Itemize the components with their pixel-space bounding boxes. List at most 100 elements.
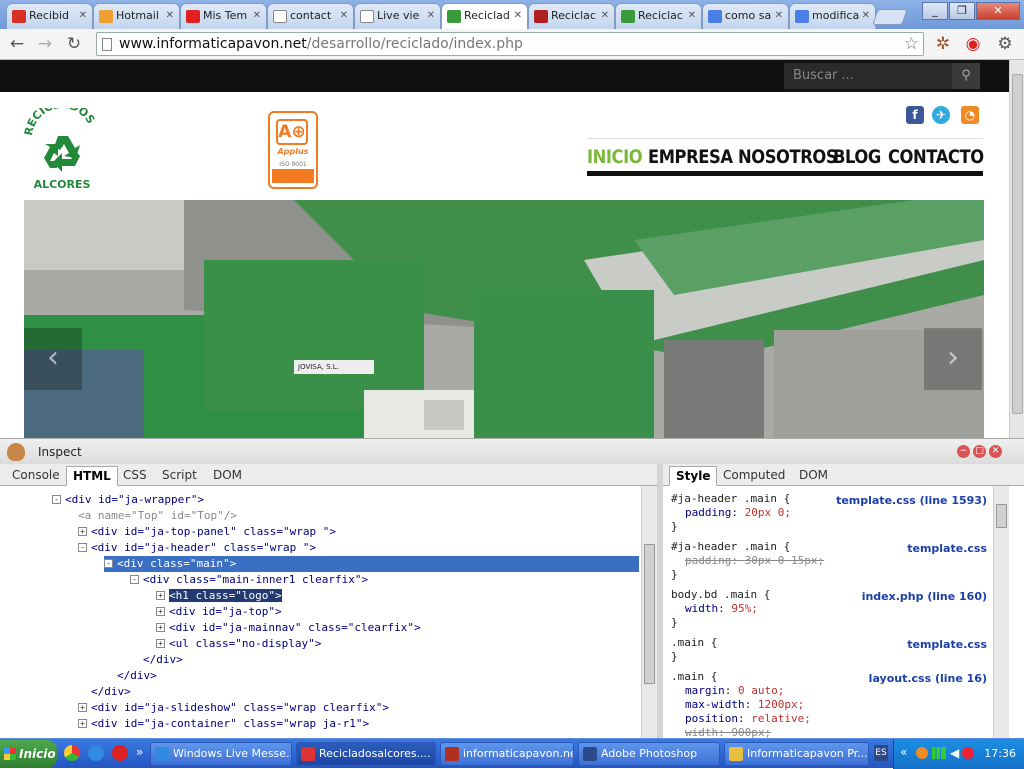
ie-quicklaunch-icon[interactable] xyxy=(88,745,104,761)
volume-icon[interactable]: ◀ xyxy=(950,746,959,760)
tab-style[interactable]: Style xyxy=(669,466,718,486)
maximize-button[interactable]: ❐ xyxy=(949,2,975,20)
html-tree-node[interactable]: + <div id="ja-mainnav" class="clearfix"> xyxy=(156,620,421,636)
collapse-icon[interactable]: - xyxy=(52,495,61,504)
css-source-link[interactable]: template.css (line 1593) xyxy=(836,494,987,507)
browser-tab[interactable]: Reciclad ✕ xyxy=(441,3,528,30)
html-tree-node[interactable]: - <div id="ja-wrapper"> xyxy=(52,492,204,508)
browser-tab[interactable]: Recibid ✕ xyxy=(6,3,93,29)
tab-dom[interactable]: DOM xyxy=(207,466,248,486)
html-panel-scrollbar[interactable] xyxy=(641,486,657,738)
css-rule-selector[interactable]: .main { xyxy=(671,636,717,650)
search-input[interactable]: Buscar ... xyxy=(784,63,952,89)
nav-item-blog[interactable]: BLOG xyxy=(833,146,881,168)
html-tree-node[interactable]: + <div id="ja-top-panel" class="wrap "> xyxy=(78,524,336,540)
html-tree-node[interactable]: - <div class="main-inner1 clearfix"> xyxy=(130,572,368,588)
opera-quicklaunch-icon[interactable] xyxy=(112,745,128,761)
firebug-icon[interactable]: ✲ xyxy=(932,33,954,55)
tab-html[interactable]: HTML xyxy=(66,466,118,486)
html-tree-node[interactable]: </div> xyxy=(143,652,183,668)
html-tree-node[interactable]: </div> xyxy=(91,684,131,700)
tab-script[interactable]: Script xyxy=(156,466,203,486)
browser-tab[interactable]: contact ✕ xyxy=(267,3,354,29)
browser-tab[interactable]: modifica ✕ xyxy=(789,3,876,29)
close-tab-icon[interactable]: ✕ xyxy=(340,10,348,21)
tab-side-dom[interactable]: DOM xyxy=(793,466,834,486)
close-window-button[interactable]: ✕ xyxy=(976,2,1020,20)
html-tree-node[interactable]: + <div id="ja-slideshow" class="wrap clea… xyxy=(78,700,389,716)
rss-icon[interactable]: ◔ xyxy=(961,106,979,124)
close-tab-icon[interactable]: ✕ xyxy=(79,10,87,21)
minimize-button[interactable]: _ xyxy=(922,2,948,20)
start-button[interactable]: Inicio xyxy=(0,740,57,768)
html-tree-node[interactable]: </div> xyxy=(117,668,157,684)
tray-app-icon[interactable] xyxy=(916,747,928,759)
browser-tab[interactable]: como sa ✕ xyxy=(702,3,789,29)
browser-tab[interactable]: Reciclac ✕ xyxy=(615,3,702,29)
taskbar-task[interactable]: Windows Live Messe... xyxy=(150,742,292,766)
browser-tab[interactable]: Hotmail ✕ xyxy=(93,3,180,29)
css-source-link[interactable]: template.css xyxy=(907,542,987,555)
expand-icon[interactable]: + xyxy=(78,703,87,712)
browser-tab[interactable]: Reciclac ✕ xyxy=(528,3,615,29)
inspect-button[interactable]: Inspect xyxy=(38,445,82,459)
firebug-detach-icon[interactable]: □ xyxy=(973,445,986,458)
tab-console[interactable]: Console xyxy=(6,466,66,486)
css-source-link[interactable]: template.css xyxy=(907,638,987,651)
html-tree-node[interactable]: + <div id="ja-top"> xyxy=(156,604,282,620)
network-signal-icon[interactable] xyxy=(932,747,946,759)
bookmark-star-icon[interactable]: ☆ xyxy=(904,33,919,55)
tray-expand-icon[interactable]: « xyxy=(900,745,907,759)
css-property[interactable]: width: 95%; xyxy=(685,602,758,616)
expand-icon[interactable]: + xyxy=(156,639,165,648)
address-bar[interactable]: www.informaticapavon.net/desarrollo/reci… xyxy=(96,32,924,56)
close-tab-icon[interactable]: ✕ xyxy=(253,10,261,21)
extension-icon[interactable]: ◉ xyxy=(962,33,984,55)
wrench-menu-icon[interactable]: ⚙ xyxy=(994,33,1016,55)
browser-tab[interactable]: Live vie ✕ xyxy=(354,3,441,29)
nav-item-nosotros[interactable]: NOSOTROS xyxy=(738,146,838,168)
page-scrollbar-thumb[interactable] xyxy=(1012,74,1023,414)
close-tab-icon[interactable]: ✕ xyxy=(688,10,696,21)
taskbar-task[interactable]: Recicladosalcores.... xyxy=(296,742,436,766)
css-rule-selector[interactable]: #ja-header .main { xyxy=(671,492,790,506)
expand-icon[interactable]: + xyxy=(156,591,165,600)
search-icon[interactable]: ⚲ xyxy=(952,63,980,89)
reload-icon[interactable]: ↻ xyxy=(63,33,85,55)
html-tree-node[interactable]: <a name="Top" id="Top"/> xyxy=(78,508,237,524)
forward-icon[interactable]: → xyxy=(34,33,56,55)
html-tree-node[interactable]: + <ul class="no-display"> xyxy=(156,636,321,652)
collapse-icon[interactable]: - xyxy=(130,575,139,584)
close-tab-icon[interactable]: ✕ xyxy=(166,10,174,21)
html-panel-scrollbar-thumb[interactable] xyxy=(644,544,655,684)
tab-css[interactable]: CSS xyxy=(117,466,153,486)
close-tab-icon[interactable]: ✕ xyxy=(775,10,783,21)
quicklaunch-more-icon[interactable]: » xyxy=(136,745,143,759)
style-panel-scrollbar[interactable] xyxy=(993,486,1009,738)
expand-icon[interactable]: + xyxy=(78,719,87,728)
html-tree-node[interactable]: - <div class="main"> xyxy=(104,556,639,572)
page-scrollbar[interactable] xyxy=(1009,60,1024,438)
taskbar-task[interactable]: informaticapavon.ne... xyxy=(440,742,574,766)
html-tree-node[interactable]: + <div id="ja-container" class="wrap ja-r… xyxy=(78,716,369,732)
close-tab-icon[interactable]: ✕ xyxy=(601,10,609,21)
html-tree-node[interactable]: + <h1 class="logo"> xyxy=(156,588,282,604)
close-tab-icon[interactable]: ✕ xyxy=(427,10,435,21)
style-panel-scrollbar-thumb[interactable] xyxy=(996,504,1007,528)
css-source-link[interactable]: layout.css (line 16) xyxy=(869,672,987,685)
twitter-icon[interactable]: ✈ xyxy=(932,106,950,124)
nav-item-contacto[interactable]: CONTACTO xyxy=(888,146,984,168)
html-tree-node[interactable]: - <div id="ja-header" class="wrap "> xyxy=(78,540,316,556)
taskbar-task[interactable]: Informaticapavon Pr... xyxy=(724,742,869,766)
new-tab-button[interactable] xyxy=(872,9,908,25)
firebug-minimize-icon[interactable]: − xyxy=(957,445,970,458)
facebook-icon[interactable]: f xyxy=(906,106,924,124)
css-rule-selector[interactable]: #ja-header .main { xyxy=(671,540,790,554)
css-source-link[interactable]: index.php (line 160) xyxy=(862,590,987,603)
css-property[interactable]: width: 900px; xyxy=(685,726,771,738)
slide-prev-arrow[interactable]: ‹ xyxy=(24,328,82,390)
css-property[interactable]: margin: 0 auto; xyxy=(685,684,784,698)
css-property[interactable]: max-width: 1200px; xyxy=(685,698,804,712)
css-property[interactable]: position: relative; xyxy=(685,712,811,726)
security-tray-icon[interactable] xyxy=(962,747,974,759)
